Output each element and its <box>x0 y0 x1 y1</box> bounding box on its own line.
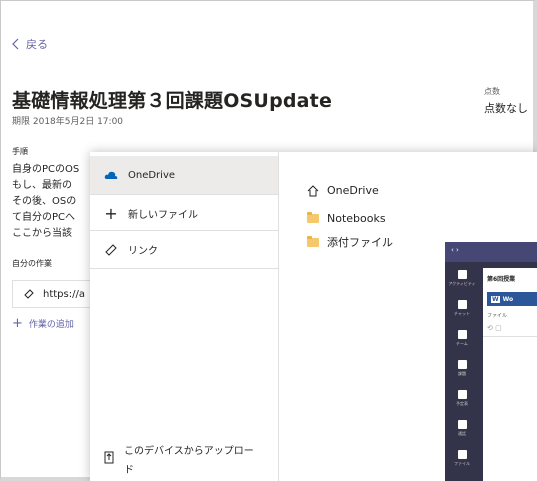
instructions-line: もし、最新の <box>12 180 72 191</box>
folder-icon <box>307 212 319 223</box>
folder-label: Notebooks <box>327 212 386 225</box>
picker-source-list: OneDrive + 新しいファイル リンク このデバイスからアップロー ド <box>90 152 279 481</box>
instructions-line: ここから当該 <box>12 228 72 239</box>
source-label: OneDrive <box>128 169 176 181</box>
thumbnail-title: 第6回授業 <box>487 276 516 283</box>
cloud-icon <box>104 171 118 179</box>
rail-item: チーム <box>445 330 479 347</box>
back-label: 戻る <box>26 38 48 51</box>
instructions-line: その後、OSの <box>12 196 77 207</box>
divider <box>90 268 278 269</box>
folder-label: 添付ファイル <box>327 236 393 249</box>
word-file-bar: W Wo <box>487 292 537 306</box>
link-icon <box>24 289 34 299</box>
source-label: リンク <box>128 246 158 257</box>
due-date: 期限 2018年5月2日 17:00 <box>12 117 124 127</box>
thumbnail-toolbar-icons: ⟲ ▢ <box>487 324 502 332</box>
bell-icon <box>457 270 467 279</box>
rail-item: チャット <box>445 300 479 317</box>
rail-item: ファイル <box>445 450 479 467</box>
teams-preview-thumbnail: ‹ › アクティビティ チャット チーム 課題 予定表 通話 ファイル 第6回授… <box>445 242 537 481</box>
file-icon <box>457 450 467 459</box>
word-label: Wo <box>502 295 514 303</box>
instructions-heading: 手順 <box>12 147 28 156</box>
rail-label: アクティビティ <box>448 281 476 286</box>
picker-file-browser: OneDrive Notebooks 添付ファイル ‹ › アクティビティ チャ… <box>279 152 537 481</box>
file-picker-dialog: OneDrive + 新しいファイル リンク このデバイスからアップロー ド O… <box>90 152 537 481</box>
rail-label: ファイル <box>454 461 470 466</box>
rail-item: 課題 <box>445 360 479 377</box>
rail-item: 通話 <box>445 420 479 437</box>
rail-item: アクティビティ <box>445 270 479 287</box>
add-work-label: 作業の追加 <box>28 320 74 330</box>
word-icon: W <box>491 295 500 303</box>
rail-label: チーム <box>456 341 468 346</box>
upload-label: このデバイスからアップロー <box>124 446 254 457</box>
upload-from-device[interactable]: このデバイスからアップロー ド <box>104 442 254 476</box>
breadcrumb-onedrive[interactable]: OneDrive <box>307 184 379 197</box>
plus-icon: + <box>104 204 118 223</box>
phone-icon <box>457 420 467 429</box>
upload-label-cont: ド <box>124 465 134 476</box>
rail-label: チャット <box>454 311 470 316</box>
folder-item[interactable]: Notebooks <box>307 212 386 225</box>
thumbnail-file-label: ファイル <box>487 313 508 319</box>
rail-label: 予定表 <box>456 401 468 406</box>
teams-content: 第6回授業 W Wo ファイル ⟲ ▢ <box>483 268 537 481</box>
link-icon <box>105 243 117 256</box>
instructions-line: 自身のPCのOS <box>12 164 80 175</box>
divider <box>483 336 537 337</box>
rail-item: 予定表 <box>445 390 479 407</box>
source-new-file[interactable]: + 新しいファイル <box>90 194 278 232</box>
work-link-text: https://a <box>43 288 85 300</box>
source-onedrive[interactable]: OneDrive <box>90 156 278 194</box>
points-label: 点数 <box>484 87 500 96</box>
chevron-left-icon <box>12 38 19 50</box>
assignment-title: 基礎情報処理第３回課題OSUpdate <box>12 90 333 112</box>
upload-icon <box>104 451 114 464</box>
my-work-heading: 自分の作業 <box>12 259 52 268</box>
chat-icon <box>457 300 467 309</box>
add-work-button[interactable]: + 作業の追加 <box>12 316 74 331</box>
instructions-line: て自分のPCへ <box>12 212 76 223</box>
folder-icon <box>307 235 319 247</box>
source-label: 新しいファイル <box>128 210 198 221</box>
assignments-icon <box>457 360 467 369</box>
teams-app-rail: アクティビティ チャット チーム 課題 予定表 通話 ファイル <box>445 262 479 481</box>
teams-titlebar: ‹ › <box>445 242 537 262</box>
folder-item[interactable]: 添付ファイル <box>307 234 393 250</box>
points-value: 点数なし <box>484 102 528 115</box>
breadcrumb-label: OneDrive <box>327 184 379 197</box>
rail-label: 通話 <box>458 431 466 436</box>
calendar-icon <box>457 390 467 399</box>
nav-arrows-icon: ‹ › <box>451 246 459 254</box>
plus-icon: + <box>12 316 23 331</box>
rail-label: 課題 <box>458 371 466 376</box>
home-icon <box>307 184 319 196</box>
back-button[interactable]: 戻る <box>12 36 48 52</box>
teams-icon <box>457 330 467 339</box>
source-link[interactable]: リンク <box>90 230 278 268</box>
